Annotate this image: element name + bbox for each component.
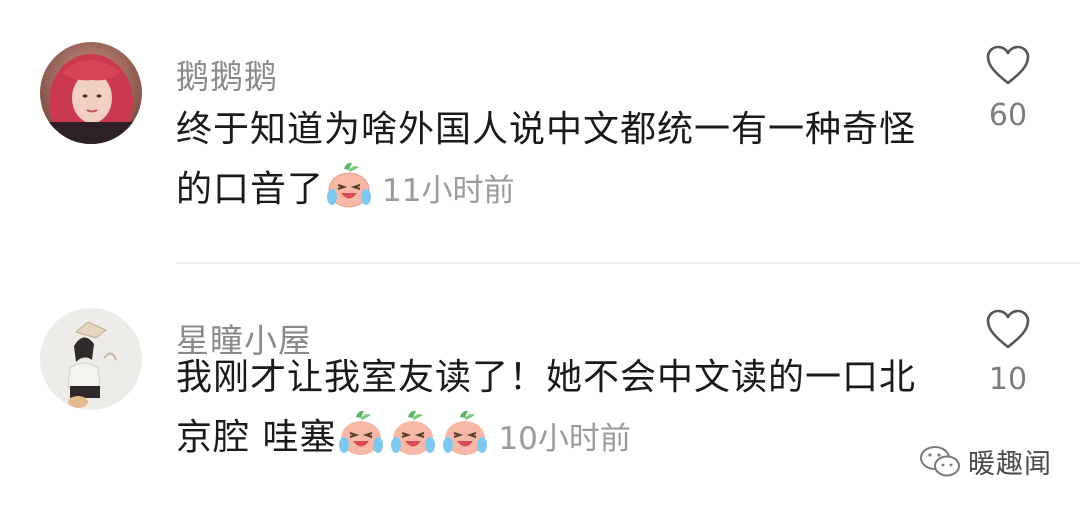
avatar[interactable] (40, 42, 142, 144)
comment-time: 11小时前 (382, 173, 515, 209)
avatar[interactable] (40, 308, 142, 410)
comment-item: 鹅鹅鹅 终于知道为啥外国人说中文都统一有一种奇怪的口音了 11小时前 60 (0, 0, 1080, 262)
watermark: 暖趣闻 (918, 442, 1052, 481)
wechat-icon (920, 445, 960, 476)
crying-laughing-emoji-icon (339, 410, 384, 455)
like-count: 60 (988, 98, 1028, 133)
crying-laughing-emoji-icon (391, 410, 436, 455)
crying-laughing-emoji-icon (327, 162, 372, 208)
comment-text: 我刚才让我室友读了！她不会中文读的一口北京腔 哇塞 10小时前 (176, 348, 936, 469)
watermark-label: 暖趣闻 (968, 449, 1052, 480)
crying-laughing-emoji-icon (443, 410, 488, 455)
like-count: 10 (988, 362, 1028, 397)
heart-outline-icon[interactable] (985, 308, 1031, 350)
username[interactable]: 鹅鹅鹅 (176, 50, 278, 98)
like-button[interactable]: 60 (978, 44, 1038, 133)
heart-outline-icon[interactable] (985, 44, 1031, 86)
comment-time: 10小时前 (498, 421, 631, 457)
comment-body: 终于知道为啥外国人说中文都统一有一种奇怪的口音了 (176, 109, 917, 210)
comment-text: 终于知道为啥外国人说中文都统一有一种奇怪的口音了 11小时前 (176, 100, 936, 221)
like-button[interactable]: 10 (978, 308, 1038, 397)
